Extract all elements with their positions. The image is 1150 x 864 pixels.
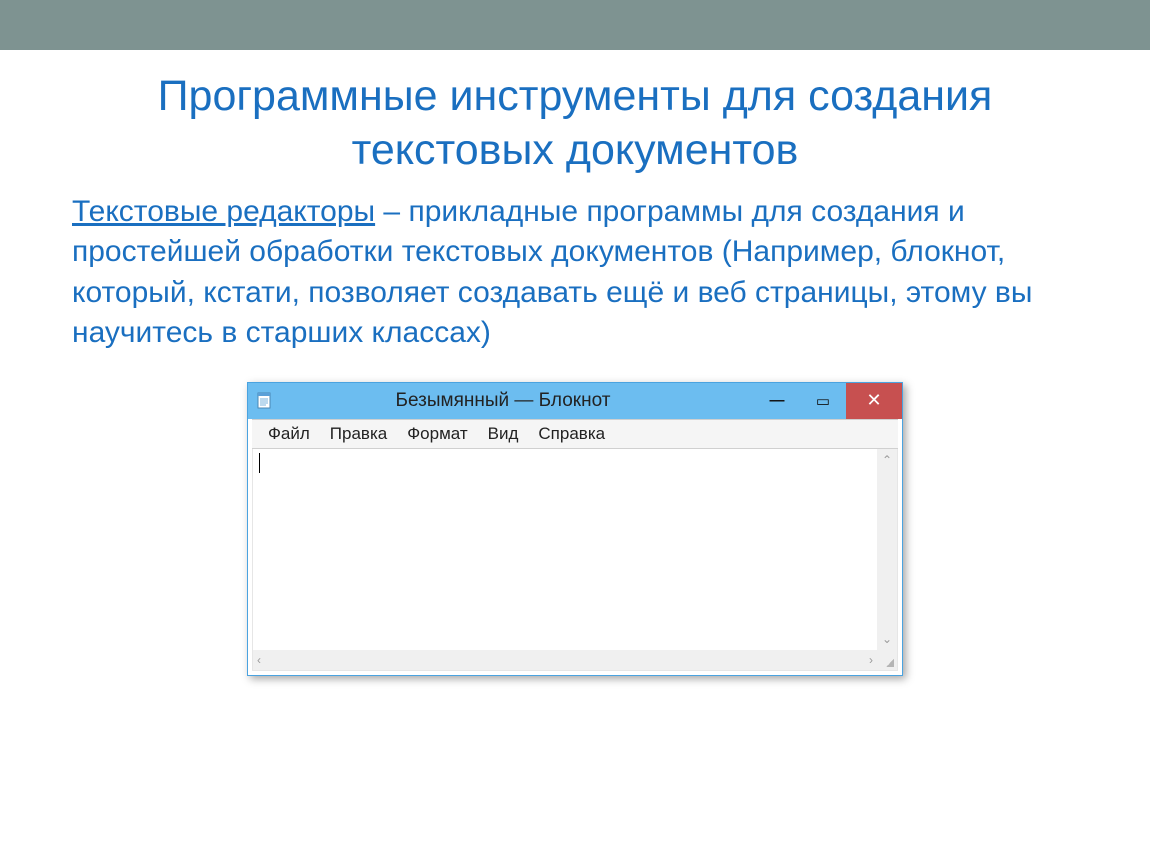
- titlebar[interactable]: Безымянный — Блокнот — ▭ ✕: [248, 383, 902, 419]
- slide-content: Программные инструменты для создания тек…: [0, 50, 1150, 676]
- scroll-up-icon: ⌃: [882, 453, 892, 467]
- menu-edit[interactable]: Правка: [320, 422, 397, 446]
- vertical-scrollbar[interactable]: ⌃ ⌄: [877, 449, 897, 650]
- horizontal-scrollbar[interactable]: ‹ ›: [253, 650, 877, 670]
- scroll-down-icon: ⌄: [882, 632, 892, 646]
- maximize-button[interactable]: ▭: [800, 383, 846, 419]
- editor-area: ⌃ ⌄ ‹ ›: [252, 449, 898, 671]
- scroll-right-icon: ›: [869, 653, 873, 667]
- minimize-button[interactable]: —: [754, 383, 800, 419]
- defined-term: Текстовые редакторы: [72, 195, 375, 228]
- resize-grip[interactable]: [877, 650, 897, 670]
- menu-file[interactable]: Файл: [258, 422, 320, 446]
- text-cursor: [259, 453, 260, 473]
- window-title: Безымянный — Блокнот: [252, 390, 754, 412]
- menu-view[interactable]: Вид: [478, 422, 529, 446]
- close-button[interactable]: ✕: [846, 383, 902, 419]
- menubar: Файл Правка Формат Вид Справка: [252, 419, 898, 449]
- slide-title: Программные инструменты для создания тек…: [72, 70, 1078, 178]
- scroll-left-icon: ‹: [257, 653, 261, 667]
- window-controls: — ▭ ✕: [754, 383, 902, 419]
- menu-format[interactable]: Формат: [397, 422, 477, 446]
- slide-top-band: [0, 0, 1150, 50]
- slide-body: Текстовые редакторы – прикладные програм…: [72, 192, 1078, 354]
- notepad-window: Безымянный — Блокнот — ▭ ✕ Файл Правка Ф…: [247, 382, 903, 676]
- text-input[interactable]: [253, 449, 877, 650]
- menu-help[interactable]: Справка: [528, 422, 615, 446]
